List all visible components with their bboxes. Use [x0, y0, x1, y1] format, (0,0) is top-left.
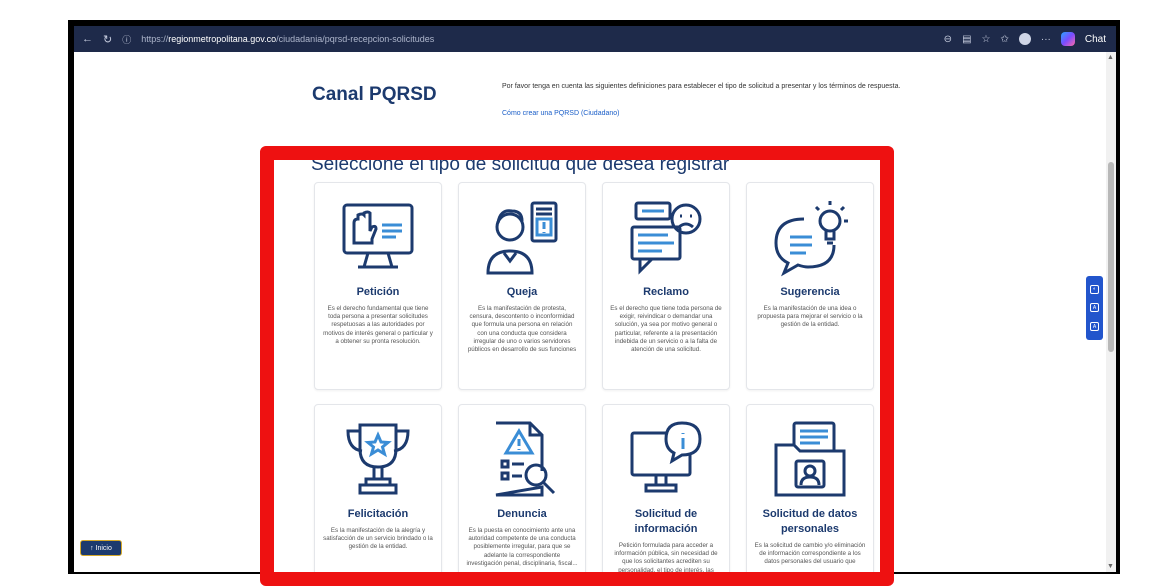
card-title: Queja — [506, 286, 538, 298]
back-icon[interactable]: ← — [82, 33, 93, 45]
card-solicitud-informacion[interactable]: Solicitud de información Petición formul… — [602, 404, 730, 572]
card-description: Es la manifestación de una idea o propue… — [757, 305, 863, 329]
card-title: Denuncia — [497, 508, 547, 520]
chat-label[interactable]: Chat — [1085, 34, 1106, 45]
card-description: Es el derecho fundamental que tiene toda… — [323, 305, 433, 345]
card-description: Es la puesta en conocimiento ante una au… — [466, 527, 578, 567]
url-prefix: https:// — [141, 34, 169, 44]
home-button[interactable]: ↑ Inicio — [80, 540, 122, 556]
address-bar[interactable]: https://regionmetropolitana.gov.co/ciuda… — [141, 34, 434, 44]
browser-toolbar: ← ↻ ⓘ https://regionmetropolitana.gov.co… — [74, 26, 1116, 52]
page-title: Canal PQRSD — [312, 84, 437, 105]
section-subtitle: Seleccione el tipo de solicitud que dese… — [311, 154, 730, 175]
card-felicitacion[interactable]: Felicitación Es la manifestación de la a… — [314, 404, 442, 572]
document-search-icon — [495, 421, 556, 497]
scrollbar-thumb[interactable] — [1108, 162, 1114, 352]
card-title: Felicitación — [347, 508, 409, 520]
accessibility-toolbar: ◐ A A — [1086, 276, 1103, 340]
copilot-icon[interactable] — [1060, 32, 1075, 46]
intro-text: Por favor tenga en cuenta las siguientes… — [502, 83, 901, 90]
card-description: Es la solicitud de cambio y/o eliminació… — [754, 542, 866, 566]
how-to-link[interactable]: Cómo crear una PQRSD (Ciudadano) — [502, 110, 620, 117]
contrast-icon[interactable]: ◐ — [1090, 284, 1099, 294]
card-description: Es la manifestación de la alegría y sati… — [323, 527, 433, 551]
page-content: Canal PQRSD Por favor tenga en cuenta la… — [74, 52, 1106, 572]
site-info-icon[interactable]: ⓘ — [122, 33, 131, 46]
zoom-icon[interactable]: ⊖ — [944, 34, 952, 45]
more-icon[interactable]: ··· — [1041, 34, 1051, 45]
favorites-list-icon[interactable]: ✩ — [1000, 34, 1008, 45]
card-title: Solicitud de datos personales — [762, 508, 858, 535]
computer-info-icon — [630, 421, 702, 493]
person-alert-icon — [486, 201, 558, 275]
card-description: Petición formulada para acceder a inform… — [614, 542, 718, 572]
chat-sad-icon — [630, 201, 702, 275]
card-title: Reclamo — [643, 286, 689, 298]
refresh-icon[interactable]: ↻ — [103, 33, 112, 46]
card-queja[interactable]: Queja Es la manifestación de protesta, c… — [458, 182, 586, 390]
scroll-up-icon[interactable]: ▲ — [1107, 54, 1114, 61]
page-scrollbar[interactable]: ▲ ▼ — [1106, 52, 1116, 572]
browser-window: ← ↻ ⓘ https://regionmetropolitana.gov.co… — [74, 26, 1116, 572]
card-sugerencia[interactable]: Sugerencia Es la manifestación de una id… — [746, 182, 874, 390]
card-title: Solicitud de información — [634, 508, 698, 535]
card-denuncia[interactable]: Denuncia Es la puesta en conocimiento an… — [458, 404, 586, 572]
url-domain: regionmetropolitana.gov.co — [168, 34, 277, 44]
profile-avatar[interactable] — [1018, 33, 1031, 45]
monitor-hand-icon — [342, 203, 414, 269]
font-decrease-icon[interactable]: A — [1090, 322, 1099, 332]
trophy-icon — [346, 423, 410, 495]
card-title: Sugerencia — [780, 286, 840, 298]
card-description: Es el derecho que tiene toda persona de … — [610, 305, 722, 354]
card-reclamo[interactable]: Reclamo Es el derecho que tiene toda per… — [602, 182, 730, 390]
card-title: Petición — [356, 286, 400, 298]
folder-person-icon — [774, 421, 846, 497]
screen-frame: ← ↻ ⓘ https://regionmetropolitana.gov.co… — [68, 20, 1120, 574]
card-solicitud-datos-personales[interactable]: Solicitud de datos personales Es la soli… — [746, 404, 874, 572]
scroll-down-icon[interactable]: ▼ — [1107, 563, 1114, 570]
card-peticion[interactable]: Petición Es el derecho fundamental que t… — [314, 182, 442, 390]
favorite-icon[interactable]: ☆ — [982, 34, 991, 45]
chat-bulb-icon — [774, 201, 848, 277]
font-increase-icon[interactable]: A — [1090, 303, 1099, 313]
card-description: Es la manifestación de protesta, censura… — [467, 305, 577, 354]
reader-icon[interactable]: ▤ — [962, 34, 971, 45]
url-path: /ciudadania/pqrsd-recepcion-solicitudes — [276, 34, 435, 44]
request-type-grid: Petición Es el derecho fundamental que t… — [314, 182, 874, 572]
